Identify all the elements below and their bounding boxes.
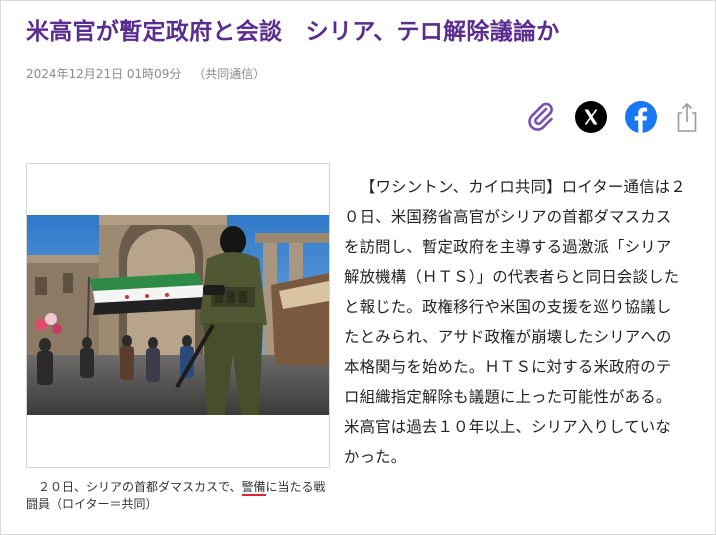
photo-caption: ２０日、シリアの首都ダマスカスで、警備に当たる戦闘員（ロイター＝共同） [26,479,332,513]
article-headline: 米高官が暫定政府と会談 シリア、テロ解除議論か [26,19,560,45]
facebook-icon [625,101,657,133]
glossary-link[interactable]: 警備 [241,480,266,496]
article-body: 【ワシントン、カイロ共同】ロイター通信は２０日、米国務省高官がシリアの首都ダマス… [344,178,686,466]
article-source: （共同通信） [193,67,266,81]
native-share-button[interactable] [670,100,704,134]
x-logo-icon [575,101,607,133]
damascus-fighter-photo [27,215,329,415]
article-photo[interactable] [27,215,329,415]
caption-text-start: ２０日、シリアの首都ダマスカスで、 [38,480,242,494]
share-x-button[interactable] [574,100,608,134]
share-icon [677,102,697,132]
article-date: 2024年12月21日 01時09分 [26,67,182,81]
paperclip-icon [528,102,553,131]
share-facebook-button[interactable] [624,100,658,134]
share-bar [0,100,716,136]
copy-link-button[interactable] [524,100,558,134]
article-dateline: 2024年12月21日 01時09分 （共同通信） [26,65,265,82]
